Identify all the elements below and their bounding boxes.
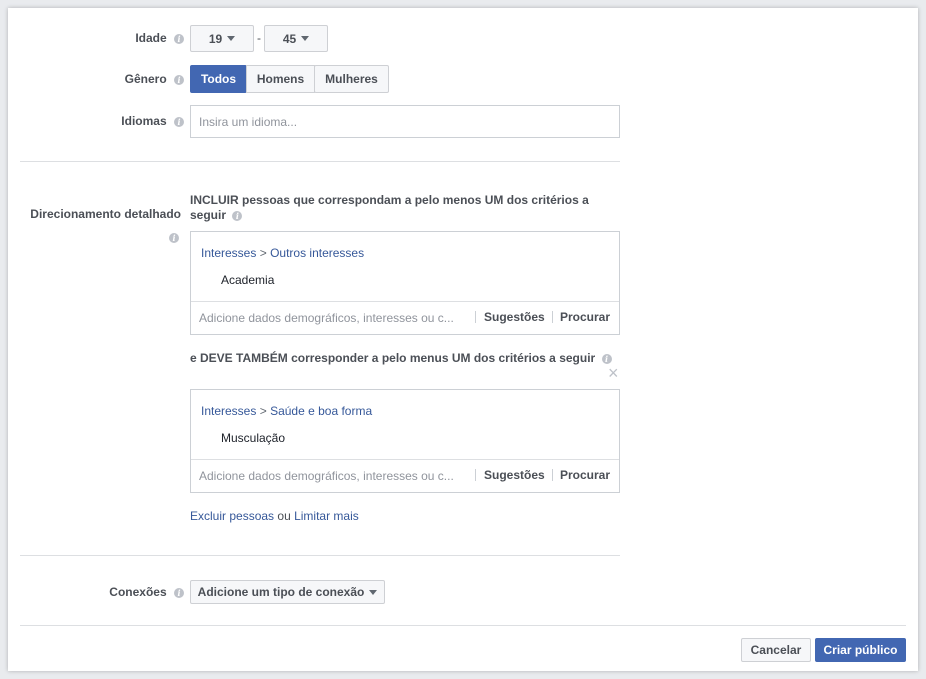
language-input[interactable]: Insira um idioma... — [190, 105, 620, 138]
breadcrumb: Interesses > Saúde e boa forma — [201, 404, 372, 418]
connections-info-icon[interactable]: i — [174, 587, 184, 598]
targeting-box-include: Interesses > Outros interesses Academia … — [190, 231, 620, 335]
include-instructions: INCLUIR pessoas que correspondam a pelo … — [190, 193, 610, 223]
include-info-icon[interactable]: i — [232, 210, 243, 221]
create-audience-button[interactable]: Criar público — [815, 638, 906, 662]
languages-label: Idiomas — [121, 114, 167, 128]
age-min-value: 19 — [208, 31, 223, 46]
detailed-targeting-label: Direcionamento detalhado — [30, 207, 181, 221]
include-text-line1: INCLUIR pessoas que correspondam a pelo … — [190, 193, 589, 207]
targeting-input-bar: Adicione dados demográficos, interesses … — [191, 459, 619, 492]
exclude-people-link[interactable]: Excluir pessoas — [190, 509, 274, 523]
age-info-icon[interactable]: i — [174, 33, 184, 44]
age-label: Idade — [135, 31, 167, 45]
age-max-select[interactable]: 45 — [264, 25, 328, 52]
age-separator: - — [257, 31, 261, 45]
divider — [475, 311, 476, 323]
gender-row-label: Gênero i — [28, 72, 184, 86]
crumb-root[interactable]: Interesses — [201, 404, 256, 418]
divider — [552, 469, 553, 481]
crumb-leaf[interactable]: Outros interesses — [270, 246, 364, 260]
or-text: ou — [277, 509, 291, 523]
targeting-box-narrow: Interesses > Saúde e boa forma Musculaçã… — [190, 389, 620, 493]
selected-interest[interactable]: Musculação — [221, 431, 285, 445]
connection-type-label: Adicione um tipo de conexão — [197, 585, 365, 599]
crumb-separator: > — [259, 404, 267, 418]
age-row-label: Idade i — [28, 31, 184, 45]
languages-row-label: Idiomas i — [28, 114, 184, 128]
gender-label: Gênero — [124, 72, 167, 86]
chevron-down-icon — [301, 36, 310, 41]
connection-type-dropdown[interactable]: Adicione um tipo de conexão — [190, 580, 385, 604]
connections-label: Conexões — [109, 585, 167, 599]
targeting-search-input[interactable]: Adicione dados demográficos, interesses … — [199, 311, 454, 325]
targeting-input-bar: Adicione dados demográficos, interesses … — [191, 301, 619, 334]
age-max-value: 45 — [282, 31, 297, 46]
suggestions-button[interactable]: Sugestões — [484, 468, 545, 482]
divider — [475, 469, 476, 481]
close-icon[interactable]: × — [608, 364, 619, 382]
narrow-further-link[interactable]: Limitar mais — [294, 509, 359, 523]
footer-divider — [20, 625, 906, 626]
crumb-leaf[interactable]: Saúde e boa forma — [270, 404, 372, 418]
selected-interest[interactable]: Academia — [221, 273, 274, 287]
crumb-separator: > — [259, 246, 267, 260]
divider — [20, 555, 620, 556]
audience-panel: Idade i 19 - 45 Gênero i Todos Homens Mu… — [8, 8, 918, 671]
gender-option-women[interactable]: Mulheres — [314, 65, 389, 93]
browse-button[interactable]: Procurar — [560, 468, 610, 482]
chevron-down-icon — [369, 589, 378, 595]
suggestions-button[interactable]: Sugestões — [484, 310, 545, 324]
gender-option-all[interactable]: Todos — [190, 65, 247, 93]
age-min-select[interactable]: 19 — [190, 25, 254, 52]
browse-button[interactable]: Procurar — [560, 310, 610, 324]
detailed-info-icon[interactable]: i — [169, 233, 179, 243]
chevron-down-icon — [227, 36, 236, 41]
targeting-search-input[interactable]: Adicione dados demográficos, interesses … — [199, 469, 454, 483]
connections-row-label: Conexões i — [28, 585, 184, 599]
divider — [20, 161, 620, 162]
gender-info-icon[interactable]: i — [174, 74, 184, 85]
languages-info-icon[interactable]: i — [174, 116, 184, 127]
cancel-button[interactable]: Cancelar — [741, 638, 811, 662]
exclude-narrow-links: Excluir pessoas ou Limitar mais — [190, 509, 359, 523]
include-text-line2: seguir i — [190, 208, 610, 223]
gender-option-men[interactable]: Homens — [246, 65, 315, 93]
crumb-root[interactable]: Interesses — [201, 246, 256, 260]
divider — [552, 311, 553, 323]
breadcrumb: Interesses > Outros interesses — [201, 246, 364, 260]
narrow-instructions: e DEVE TAMBÉM corresponder a pelo menus … — [190, 351, 612, 365]
